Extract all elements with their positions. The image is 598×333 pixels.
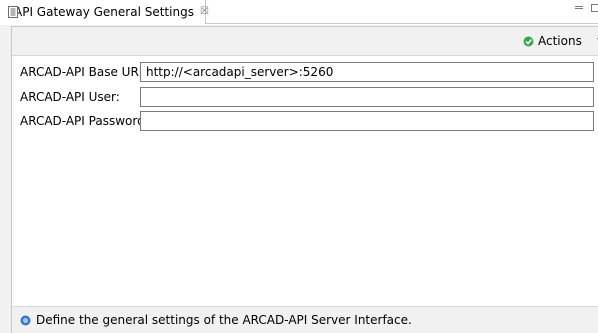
actions-button[interactable]: Actions bbox=[523, 34, 598, 48]
base-url-row: ARCAD-API Base URL: bbox=[12, 62, 598, 82]
password-label: ARCAD-API Password: bbox=[20, 114, 149, 128]
tab-api-gateway-settings[interactable]: API Gateway General Settings ☒ bbox=[0, 0, 209, 24]
user-row: ARCAD-API User: bbox=[12, 87, 598, 107]
close-icon[interactable]: ☒ bbox=[200, 7, 209, 17]
base-url-input[interactable] bbox=[140, 62, 594, 82]
tab-bar: API Gateway General Settings ☒ bbox=[0, 0, 598, 25]
actions-icon bbox=[523, 36, 534, 46]
actions-label: Actions bbox=[538, 34, 582, 48]
tab-title: API Gateway General Settings bbox=[14, 5, 194, 19]
status-bar: Define the general settings of the ARCAD… bbox=[12, 307, 598, 333]
base-url-label: ARCAD-API Base URL: bbox=[20, 65, 150, 79]
tab-bar-border bbox=[206, 23, 598, 24]
status-message: Define the general settings of the ARCAD… bbox=[36, 313, 412, 327]
maximize-icon[interactable] bbox=[591, 4, 598, 12]
minimize-icon[interactable] bbox=[575, 6, 583, 9]
user-input[interactable] bbox=[140, 87, 594, 107]
info-icon bbox=[20, 315, 31, 325]
password-row: ARCAD-API Password: bbox=[12, 111, 598, 131]
toolbar: Actions bbox=[12, 27, 598, 56]
password-input[interactable] bbox=[140, 111, 594, 131]
settings-content: Actions ARCAD-API Base URL: ARCAD-API Us… bbox=[11, 26, 598, 333]
user-label: ARCAD-API User: bbox=[20, 90, 120, 104]
settings-window: API Gateway General Settings ☒ Actions A… bbox=[0, 0, 598, 333]
